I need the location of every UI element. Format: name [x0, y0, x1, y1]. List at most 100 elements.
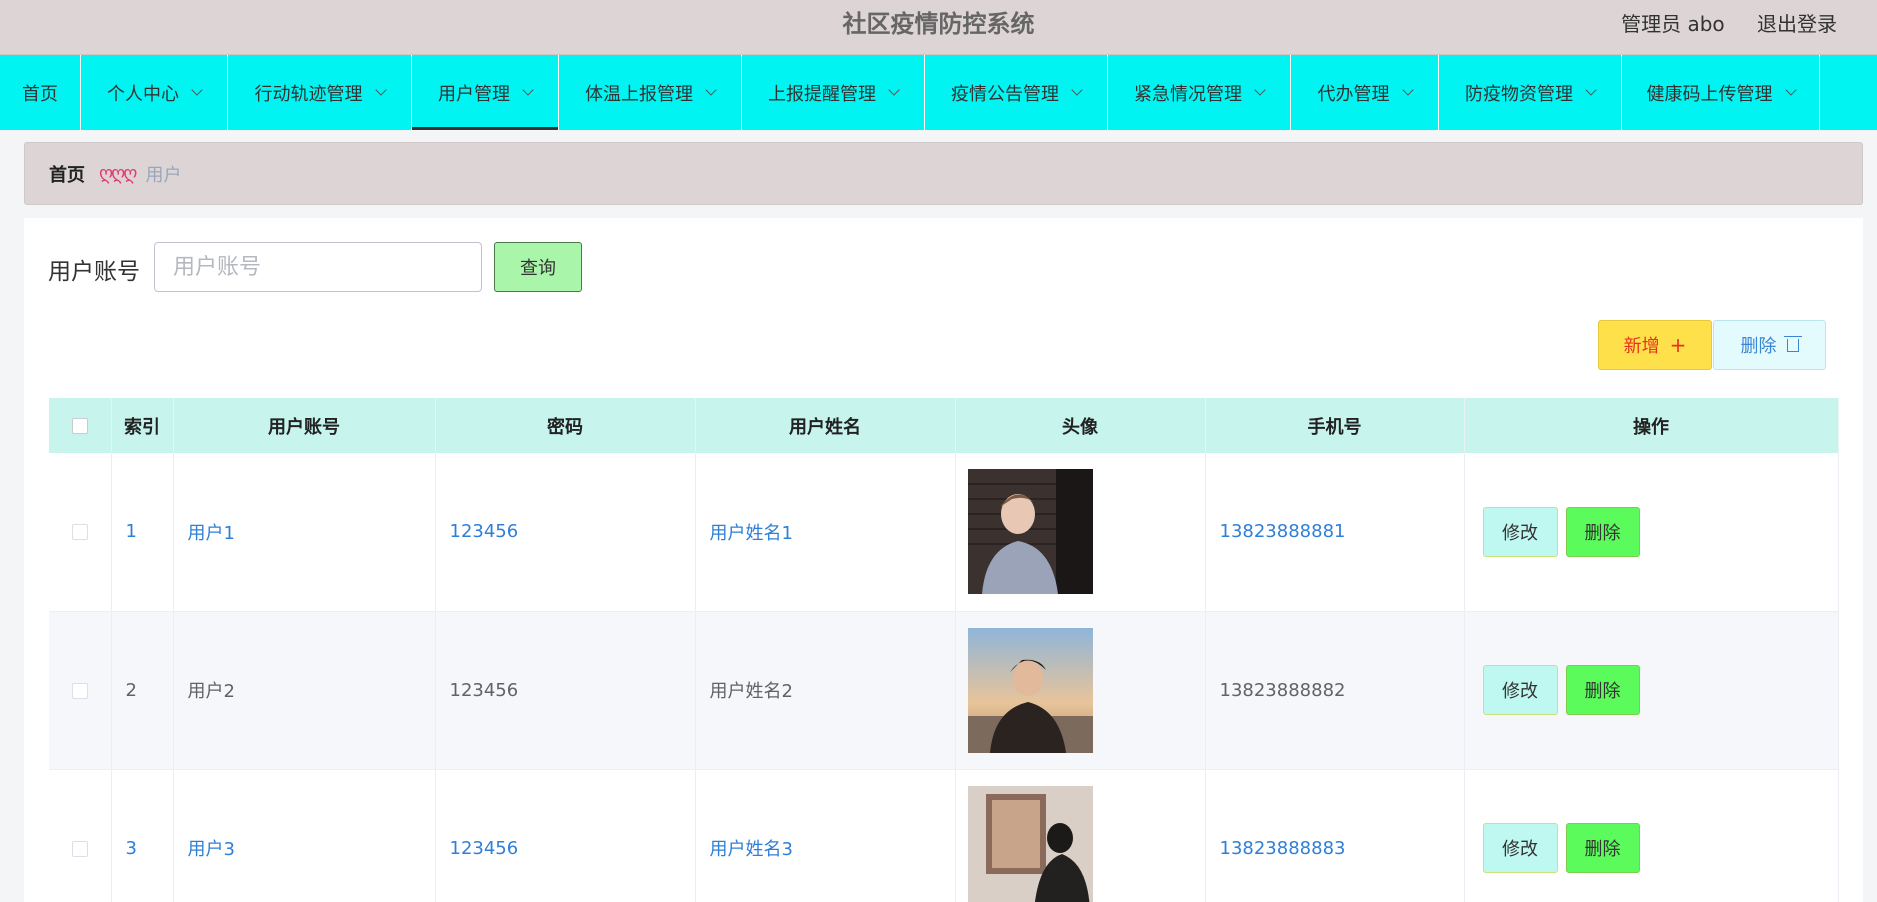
column-header-avatar: 头像: [955, 398, 1206, 453]
cell-name: 用户姓名2: [695, 611, 956, 770]
nav-item-label: 行动轨迹管理: [254, 83, 363, 105]
cell-account: 用户2: [173, 611, 436, 770]
row-select-cell: [49, 769, 112, 902]
nav-item-health-code[interactable]: 健康码上传管理: [1622, 55, 1820, 130]
logout-link[interactable]: 退出登录: [1757, 12, 1837, 36]
main-nav: 首页 个人中心 行动轨迹管理 用户管理 体温上报管理 上报提醒管理 疫情公告管理…: [0, 55, 1877, 130]
nav-item-label: 代办管理: [1317, 83, 1390, 105]
nav-item-personal-center[interactable]: 个人中心: [81, 55, 228, 130]
column-header-actions: 操作: [1464, 398, 1839, 453]
cell-password: 123456: [435, 611, 696, 770]
chevron-down-icon: [1784, 83, 1797, 96]
cell-actions: 修改 删除: [1464, 453, 1839, 612]
breadcrumb-separator: ღღღ: [99, 163, 137, 184]
batch-delete-button[interactable]: 删除: [1713, 320, 1826, 370]
nav-item-label: 健康码上传管理: [1646, 83, 1773, 105]
cell-password: 123456: [435, 769, 696, 902]
cell-avatar: [955, 769, 1206, 902]
cell-actions: 修改 删除: [1464, 611, 1839, 770]
select-all-checkbox[interactable]: [71, 418, 88, 434]
cell-avatar: [955, 611, 1206, 770]
cell-index: 2: [111, 611, 174, 770]
chevron-down-icon: [1071, 83, 1083, 96]
chevron-down-icon: [374, 83, 387, 96]
row-checkbox[interactable]: [71, 524, 88, 541]
chevron-down-icon: [1401, 83, 1414, 96]
chevron-down-icon: [1585, 83, 1597, 96]
table-header-row: 索引 用户账号 密码 用户姓名 头像 手机号 操作: [49, 398, 1839, 453]
avatar: [967, 469, 1093, 595]
cell-actions: 修改 删除: [1464, 769, 1839, 902]
nav-item-emergency[interactable]: 紧急情况管理: [1108, 55, 1291, 130]
add-button-label: 新增: [1623, 336, 1660, 357]
cell-name: 用户姓名3: [695, 769, 956, 902]
nav-item-announcement[interactable]: 疫情公告管理: [925, 55, 1108, 130]
chevron-down-icon: [522, 83, 534, 96]
nav-item-trajectory[interactable]: 行动轨迹管理: [228, 55, 412, 130]
nav-item-user-management[interactable]: 用户管理: [412, 55, 559, 130]
query-button[interactable]: 查询: [494, 242, 582, 292]
delete-row-button[interactable]: 删除: [1565, 823, 1640, 873]
cell-index: 3: [111, 769, 174, 902]
nav-item-label: 上报提醒管理: [768, 83, 876, 105]
delete-row-button[interactable]: 删除: [1565, 665, 1640, 715]
batch-delete-label: 删除: [1740, 336, 1777, 357]
row-checkbox[interactable]: [71, 682, 88, 699]
nav-item-label: 防疫物资管理: [1465, 83, 1573, 105]
chevron-down-icon: [705, 83, 717, 96]
chevron-down-icon: [1254, 83, 1266, 96]
edit-button[interactable]: 修改: [1482, 665, 1558, 715]
table-row[interactable]: 1 用户1 123456 用户姓名1 13823888881 修改 删除: [49, 453, 1839, 612]
top-header: 社区疫情防控系统 管理员 abo 退出登录: [0, 0, 1877, 55]
avatar: [967, 785, 1093, 902]
nav-item-label: 首页: [22, 83, 58, 105]
search-input[interactable]: [154, 242, 482, 292]
nav-item-report-reminder[interactable]: 上报提醒管理: [742, 55, 925, 130]
cell-phone: 13823888882: [1205, 611, 1465, 770]
trash-icon: [1783, 335, 1802, 352]
cell-phone: 13823888883: [1205, 769, 1465, 902]
select-all-cell: [49, 398, 112, 453]
users-table: 索引 用户账号 密码 用户姓名 头像 手机号 操作 1 用户1 123456 用…: [49, 398, 1839, 902]
nav-item-label: 紧急情况管理: [1134, 83, 1242, 105]
breadcrumb-home[interactable]: 首页: [49, 161, 85, 187]
row-select-cell: [49, 611, 112, 770]
nav-item-errands[interactable]: 代办管理: [1291, 55, 1439, 130]
edit-button[interactable]: 修改: [1482, 506, 1558, 557]
current-user-label: 管理员 abo: [1621, 12, 1725, 36]
breadcrumb: 首页 ღღღ 用户: [24, 142, 1863, 205]
nav-item-temperature[interactable]: 体温上报管理: [559, 55, 742, 130]
column-header-name: 用户姓名: [695, 398, 956, 453]
column-header-account: 用户账号: [173, 398, 436, 453]
cell-account: 用户1: [173, 453, 436, 612]
avatar: [967, 627, 1093, 753]
add-button[interactable]: 新增 +: [1598, 320, 1712, 370]
column-header-phone: 手机号: [1205, 398, 1465, 453]
row-checkbox[interactable]: [71, 840, 88, 857]
chevron-down-icon: [191, 83, 203, 96]
nav-item-label: 疫情公告管理: [951, 83, 1059, 105]
row-select-cell: [49, 453, 112, 612]
nav-item-label: 体温上报管理: [585, 83, 693, 105]
user-area: 管理员 abo 退出登录: [1595, 0, 1837, 48]
edit-button[interactable]: 修改: [1482, 823, 1558, 873]
nav-item-supplies[interactable]: 防疫物资管理: [1439, 55, 1622, 130]
cell-account: 用户3: [173, 769, 436, 902]
nav-item-label: 用户管理: [438, 83, 510, 105]
nav-item-home[interactable]: 首页: [0, 55, 81, 130]
search-label: 用户账号: [48, 259, 140, 285]
table-row[interactable]: 3 用户3 123456 用户姓名3 13823888883 修改 删除: [49, 769, 1839, 902]
plus-icon: +: [1669, 333, 1687, 357]
cell-password: 123456: [435, 453, 696, 612]
cell-phone: 13823888881: [1205, 453, 1465, 612]
column-header-password: 密码: [435, 398, 696, 453]
cell-name: 用户姓名1: [695, 453, 956, 612]
column-header-index: 索引: [111, 398, 174, 453]
cell-avatar: [955, 453, 1206, 612]
delete-row-button[interactable]: 删除: [1565, 506, 1640, 557]
nav-item-label: 个人中心: [107, 83, 179, 105]
breadcrumb-current: 用户: [145, 164, 182, 186]
cell-index: 1: [111, 453, 174, 612]
table-row[interactable]: 2 用户2 123456 用户姓名2 13823888882 修改 删除: [49, 611, 1839, 770]
chevron-down-icon: [888, 83, 900, 96]
